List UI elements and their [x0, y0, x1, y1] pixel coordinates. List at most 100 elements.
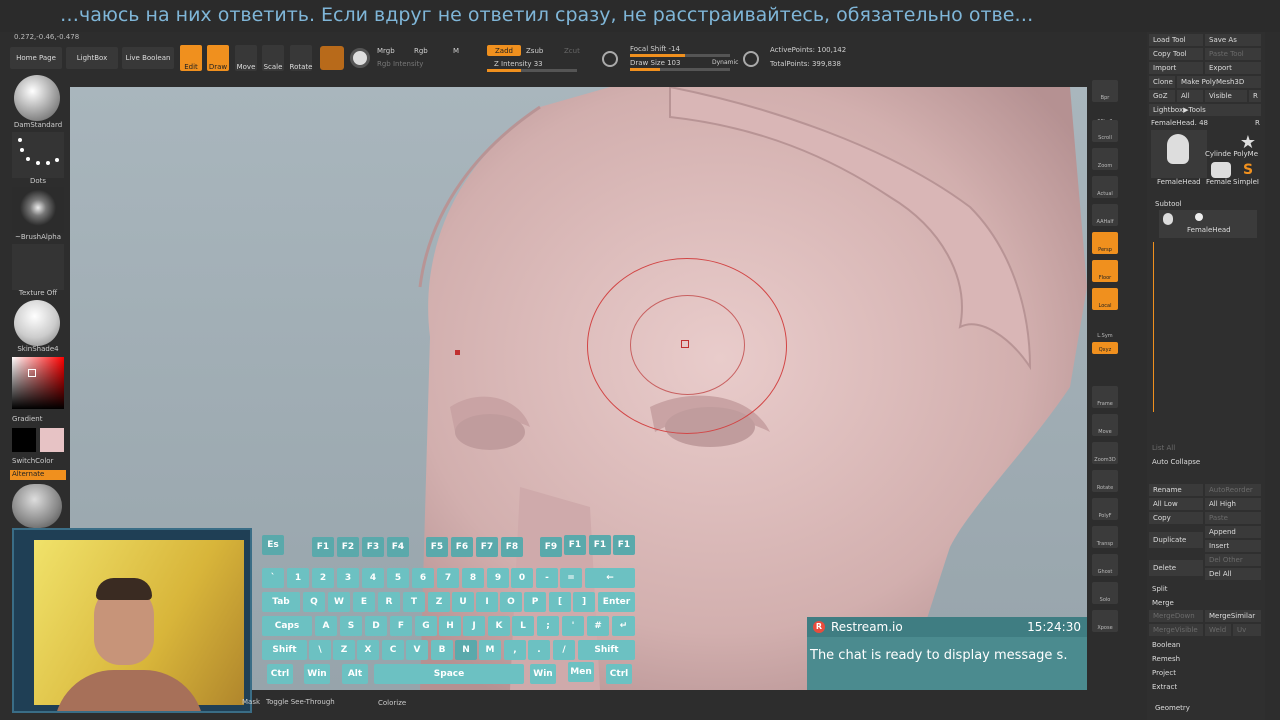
key-t[interactable]: T: [403, 592, 425, 612]
key-left-ctrl[interactable]: Ctrl: [267, 664, 293, 684]
subtool-scrollbar[interactable]: [1153, 242, 1154, 412]
delete-button[interactable]: Delete: [1149, 560, 1203, 576]
key-backspace[interactable]: ←: [585, 568, 635, 588]
key-open-bracket[interactable]: [: [549, 592, 571, 612]
visibility-eye-icon[interactable]: [1195, 213, 1203, 221]
zadd-toggle[interactable]: Zadd: [487, 45, 521, 56]
transp-button[interactable]: Transp: [1092, 526, 1118, 548]
key-2[interactable]: 2: [312, 568, 334, 588]
key-u[interactable]: U: [452, 592, 474, 612]
rotate-axis-icon[interactable]: [1092, 358, 1118, 380]
key-v[interactable]: V: [406, 640, 428, 660]
r-small-button[interactable]: R: [1255, 119, 1260, 127]
key-backtick[interactable]: `: [262, 568, 284, 588]
female-head-slider[interactable]: FemaleHead. 48: [1151, 119, 1208, 127]
paste-button[interactable]: Paste: [1205, 512, 1261, 524]
r-button[interactable]: R: [1249, 90, 1261, 102]
key-f11[interactable]: F1: [589, 535, 611, 555]
del-all-button[interactable]: Del All: [1205, 568, 1261, 580]
key-n[interactable]: N: [455, 640, 477, 660]
uv-button[interactable]: Uv: [1233, 624, 1261, 636]
solo-button[interactable]: Solo: [1092, 582, 1118, 604]
key-l[interactable]: L: [512, 616, 534, 636]
bpr-button[interactable]: Bpr: [1092, 80, 1118, 102]
alpha-thumbnail-icon[interactable]: [12, 187, 64, 233]
key-a[interactable]: A: [315, 616, 337, 636]
key-hash[interactable]: #: [587, 616, 609, 636]
color-picker[interactable]: [12, 357, 64, 409]
key-f9[interactable]: F9: [540, 537, 562, 557]
material-sphere-icon[interactable]: [320, 46, 344, 70]
key-close-bracket[interactable]: ]: [573, 592, 595, 612]
key-alt[interactable]: Alt: [342, 664, 368, 684]
rgb-toggle[interactable]: Rgb: [414, 47, 428, 55]
rename-button[interactable]: Rename: [1149, 484, 1203, 496]
subtool-item[interactable]: FemaleHead: [1159, 210, 1257, 238]
boolean-button[interactable]: Boolean: [1152, 641, 1180, 649]
append-button[interactable]: Append: [1205, 526, 1261, 538]
floor-button[interactable]: Floor: [1092, 260, 1118, 282]
key-f8[interactable]: F8: [501, 537, 523, 557]
duplicate-button[interactable]: Duplicate: [1149, 532, 1203, 548]
toggle-see-through-button[interactable]: Toggle See-Through: [266, 698, 335, 706]
merge-down-button[interactable]: MergeDown: [1149, 610, 1203, 622]
remesh-button[interactable]: Remesh: [1152, 655, 1180, 663]
split-button[interactable]: Split: [1152, 585, 1168, 593]
merge-visible-button[interactable]: MergeVisible: [1149, 624, 1203, 636]
key-6[interactable]: 6: [412, 568, 434, 588]
home-page-button[interactable]: Home Page: [10, 47, 62, 69]
key-i[interactable]: I: [476, 592, 498, 612]
key-equals[interactable]: =: [560, 568, 582, 588]
key-k[interactable]: K: [488, 616, 510, 636]
rgb-intensity-slider[interactable]: Rgb Intensity: [377, 60, 423, 68]
zcut-toggle[interactable]: Zcut: [564, 47, 580, 55]
key-o[interactable]: O: [500, 592, 522, 612]
project-button[interactable]: Project: [1152, 669, 1176, 677]
key-d[interactable]: D: [365, 616, 387, 636]
primary-color-swatch[interactable]: [40, 428, 64, 452]
copy-tool-button[interactable]: Copy Tool: [1149, 48, 1203, 60]
xyz-button[interactable]: Qxyz: [1092, 342, 1118, 354]
key-semicolon[interactable]: ;: [537, 616, 559, 636]
key-g[interactable]: G: [415, 616, 437, 636]
import-button[interactable]: Import: [1149, 62, 1203, 74]
key-quote[interactable]: ': [562, 616, 584, 636]
key-f6[interactable]: F6: [451, 537, 473, 557]
material-thumbnail-icon[interactable]: [14, 300, 60, 346]
load-tool-button[interactable]: Load Tool: [1149, 34, 1203, 46]
key-z-bottom[interactable]: Z: [333, 640, 355, 660]
key-m[interactable]: M: [479, 640, 501, 660]
list-all-button[interactable]: List All: [1152, 444, 1175, 452]
key-space[interactable]: Space: [374, 664, 524, 684]
goz-button[interactable]: GoZ: [1149, 90, 1175, 102]
key-return[interactable]: ↵: [612, 616, 635, 636]
key-right-shift[interactable]: Shift: [578, 640, 635, 660]
female-head-tool-thumb[interactable]: [1151, 130, 1207, 178]
ghost-button[interactable]: Ghost: [1092, 554, 1118, 576]
z-intensity-slider[interactable]: Z Intensity 33: [494, 60, 543, 68]
switch-color-button[interactable]: SwitchColor: [10, 457, 66, 465]
key-r[interactable]: R: [378, 592, 400, 612]
merge-similar-button[interactable]: MergeSimilar: [1205, 610, 1261, 622]
brush-thumbnail-icon[interactable]: [14, 75, 60, 121]
key-caps[interactable]: Caps: [262, 616, 312, 636]
polyf-button[interactable]: PolyF: [1092, 498, 1118, 520]
key-9[interactable]: 9: [487, 568, 509, 588]
key-q[interactable]: Q: [303, 592, 325, 612]
del-other-button[interactable]: Del Other: [1205, 554, 1261, 566]
key-w[interactable]: W: [328, 592, 350, 612]
local-button[interactable]: Local: [1092, 288, 1118, 310]
visible-button[interactable]: Visible: [1205, 90, 1247, 102]
weld-button[interactable]: Weld: [1205, 624, 1231, 636]
move-button[interactable]: Move: [235, 45, 257, 71]
female-small-tool-thumb[interactable]: [1211, 162, 1231, 178]
dynamic-toggle[interactable]: Dynamic: [712, 59, 738, 66]
all-button[interactable]: All: [1177, 90, 1203, 102]
m-toggle[interactable]: M: [453, 47, 459, 55]
secondary-color-swatch[interactable]: [12, 428, 36, 452]
key-j[interactable]: J: [463, 616, 485, 636]
key-s[interactable]: S: [340, 616, 362, 636]
key-minus[interactable]: -: [536, 568, 558, 588]
key-left-shift[interactable]: Shift: [262, 640, 307, 660]
mask-button[interactable]: Mask: [242, 698, 260, 706]
